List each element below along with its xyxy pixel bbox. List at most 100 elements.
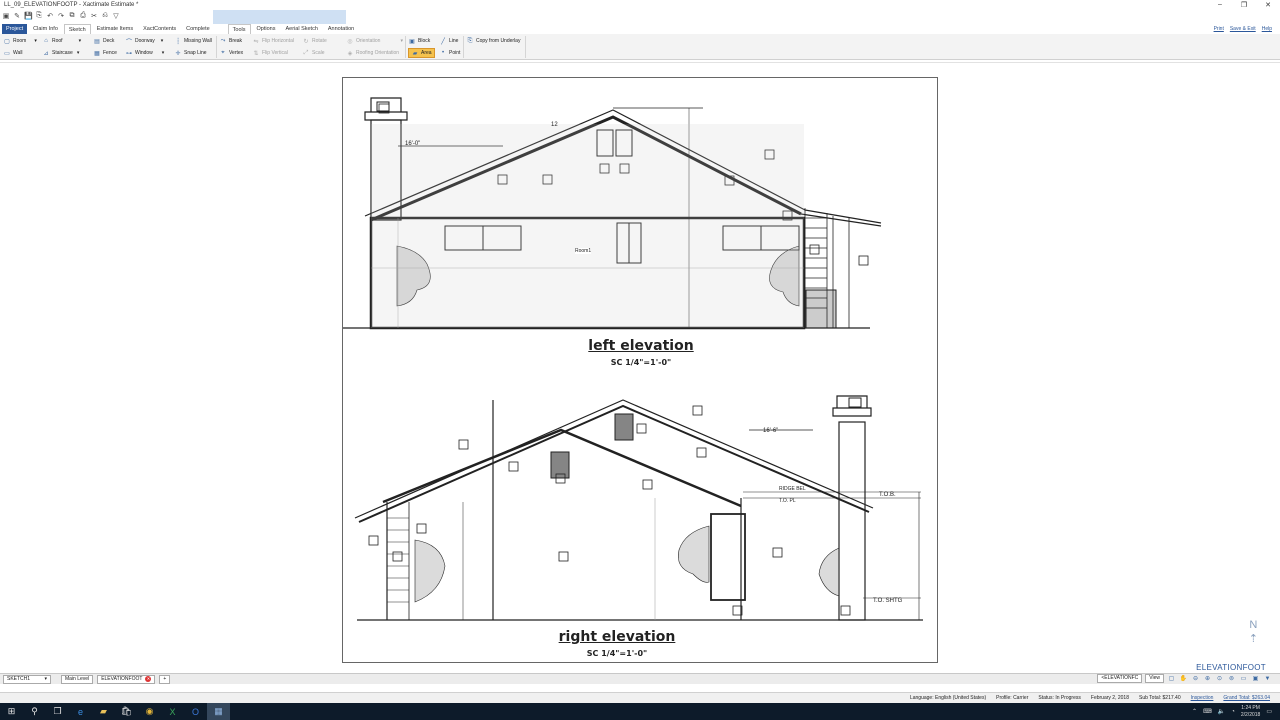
- tab-sketch[interactable]: Sketch: [63, 24, 91, 34]
- wall-icon: ▭: [4, 50, 10, 57]
- save-exit-link[interactable]: Save & Exit: [1230, 26, 1256, 32]
- scale-button[interactable]: ⤢ Scale: [302, 48, 327, 58]
- line-button[interactable]: ╱ Line: [439, 36, 460, 46]
- view-dropdown[interactable]: View: [1145, 674, 1164, 683]
- tab-estimate-items[interactable]: Estimate Items: [93, 24, 137, 34]
- inspection-link[interactable]: Inspection: [1191, 695, 1214, 701]
- orientation-button[interactable]: ◎ Orientation ▾: [346, 36, 403, 46]
- volume-icon[interactable]: 🔈: [1218, 708, 1225, 715]
- deck-button[interactable]: ▤ Deck: [93, 36, 117, 46]
- page-icon[interactable]: ▭: [1239, 675, 1248, 682]
- missing-wall-button[interactable]: ┆ Missing Wall: [174, 36, 212, 46]
- maximize-button[interactable]: ❐: [1232, 1, 1256, 9]
- minimize-button[interactable]: –: [1208, 1, 1232, 9]
- window-icon: ⊶: [126, 50, 132, 57]
- customize-dropdown-icon[interactable]: ▽: [112, 12, 120, 20]
- tab-options[interactable]: Options: [253, 24, 280, 34]
- revert-icon[interactable]: ⎌: [101, 12, 109, 20]
- scale-icon: ⤢: [303, 49, 309, 56]
- undo-icon[interactable]: ↶: [46, 12, 54, 20]
- cut-icon[interactable]: ✂: [90, 12, 98, 20]
- group-missing-snap: ┆ Missing Wall ✛ Snap Line: [174, 36, 212, 58]
- tab-aerial-sketch[interactable]: Aerial Sketch: [281, 24, 321, 34]
- vertex-button[interactable]: ⌖ Vertex: [219, 48, 243, 58]
- point-button[interactable]: • Point: [439, 48, 460, 58]
- close-tab-icon[interactable]: ✕: [145, 676, 152, 682]
- pan-icon[interactable]: ✋: [1179, 675, 1188, 682]
- status-bar: Language: English (United States) Profil…: [0, 692, 1280, 703]
- help-link[interactable]: Help: [1262, 26, 1272, 32]
- tab-xactcontents[interactable]: XactContents: [139, 24, 180, 34]
- edge-browser-icon[interactable]: e: [69, 703, 92, 720]
- task-view-icon[interactable]: ❐: [46, 703, 69, 720]
- grand-total-link[interactable]: Grand Total: $263.04: [1223, 695, 1270, 701]
- print-link[interactable]: Print: [1214, 26, 1224, 32]
- close-button[interactable]: ✕: [1256, 1, 1280, 9]
- tab-project[interactable]: Project: [2, 24, 28, 34]
- snap-line-button[interactable]: ✛ Snap Line: [174, 48, 212, 58]
- level-dropdown[interactable]: <ELEVATIONFC: [1097, 674, 1143, 683]
- tab-claim-info[interactable]: Claim Info: [29, 24, 62, 34]
- language-status: Language: English (United States): [909, 695, 987, 701]
- fence-button[interactable]: ▦ Fence: [93, 48, 117, 58]
- room-label[interactable]: Room1: [575, 248, 592, 254]
- tab-main-level[interactable]: Main Level: [61, 674, 94, 684]
- flip-vertical-button[interactable]: ⇅ Flip Vertical: [252, 48, 294, 58]
- zoom-out-icon[interactable]: ⊖: [1191, 675, 1200, 682]
- window-button[interactable]: ⊶ Window ▾: [125, 48, 164, 58]
- windows-start-icon[interactable]: ⊞: [0, 703, 23, 720]
- copy-from-underlay-button[interactable]: ⎘ Copy from Underlay: [466, 36, 521, 46]
- doorway-button[interactable]: ⌒ Doorway ▾: [125, 36, 164, 46]
- tab-complete[interactable]: Complete: [182, 24, 214, 34]
- xactimate-taskbar-icon[interactable]: ▦: [207, 703, 230, 720]
- staircase-button[interactable]: ⊿ Staircase ▾: [42, 48, 81, 58]
- group-roof-stairs: ⌂ Roof ▾ ⊿ Staircase ▾: [42, 36, 81, 58]
- tray-chevron-icon[interactable]: ⌃: [1192, 708, 1197, 715]
- clock[interactable]: 1:24 PM 2/2/2018: [1241, 705, 1260, 719]
- save-icon[interactable]: 💾: [24, 12, 33, 20]
- tab-annotation[interactable]: Annotation: [324, 24, 358, 34]
- sketch-selector[interactable]: SKETCH1 ▾: [3, 674, 51, 684]
- wifi-icon[interactable]: ◔: [1231, 709, 1235, 715]
- file-explorer-icon[interactable]: ▰: [92, 703, 115, 720]
- flip-horizontal-icon: ⇋: [253, 38, 259, 45]
- zoom-extents-icon[interactable]: ⊚: [1227, 675, 1236, 682]
- collapse-icon[interactable]: ▼: [1263, 676, 1272, 682]
- right-elevation-scale: SC 1/4"=1'-0": [586, 649, 648, 658]
- wall-button[interactable]: ▭ Wall: [3, 48, 37, 58]
- profile-status: Profile: Carrier: [996, 695, 1029, 701]
- flip-horizontal-button[interactable]: ⇋ Flip Horizontal: [252, 36, 293, 46]
- new-icon[interactable]: ▣: [2, 12, 10, 20]
- roofing-orientation-button[interactable]: ◈ Roofing Orientation: [346, 48, 403, 58]
- search-icon[interactable]: ⚲: [23, 703, 46, 720]
- roof-button[interactable]: ⌂ Roof ▾: [42, 36, 81, 46]
- print-icon[interactable]: ⎙: [79, 12, 87, 20]
- zoom-fit-icon[interactable]: ⊙: [1215, 675, 1224, 682]
- tab-elevationfoot[interactable]: ELEVATIONFOOT ✕: [97, 674, 156, 684]
- outlook-icon[interactable]: O: [184, 703, 207, 720]
- excel-icon[interactable]: X: [161, 703, 184, 720]
- pitch-label: 12: [551, 122, 558, 128]
- rotate-button[interactable]: ↻ Rotate: [302, 36, 326, 46]
- fit-page-icon[interactable]: ▣: [1251, 675, 1260, 682]
- notifications-icon[interactable]: ▭: [1266, 708, 1272, 715]
- edit-icon[interactable]: ✎: [13, 12, 21, 20]
- dim-lower-label: 16'-6": [763, 428, 778, 434]
- redo-icon[interactable]: ↷: [57, 12, 65, 20]
- copy-icon[interactable]: ⎘: [35, 12, 43, 20]
- block-button[interactable]: ▣ Block: [408, 36, 435, 46]
- sketch-canvas[interactable]: 16'-0" 12 16'-6" T.O.B. RIDGE BEL T.O. P…: [0, 62, 1280, 673]
- select-icon[interactable]: ▢: [1167, 675, 1176, 682]
- tab-tools[interactable]: Tools: [227, 24, 251, 34]
- north-compass[interactable]: N ⇡: [1249, 618, 1258, 646]
- add-level-button[interactable]: +: [159, 674, 171, 684]
- right-elevation-title: right elevation: [558, 629, 676, 645]
- room-button[interactable]: ▢ Room ▾: [3, 36, 37, 46]
- store-icon[interactable]: 🛍: [115, 703, 138, 720]
- area-button[interactable]: ▰ Area: [408, 48, 435, 58]
- duplicate-icon[interactable]: ⧉: [68, 12, 76, 20]
- chrome-icon[interactable]: ◉: [138, 703, 161, 720]
- break-button[interactable]: ⤳ Break: [219, 36, 243, 46]
- network-icon[interactable]: ⌨: [1203, 708, 1212, 715]
- zoom-in-icon[interactable]: ⊕: [1203, 675, 1212, 682]
